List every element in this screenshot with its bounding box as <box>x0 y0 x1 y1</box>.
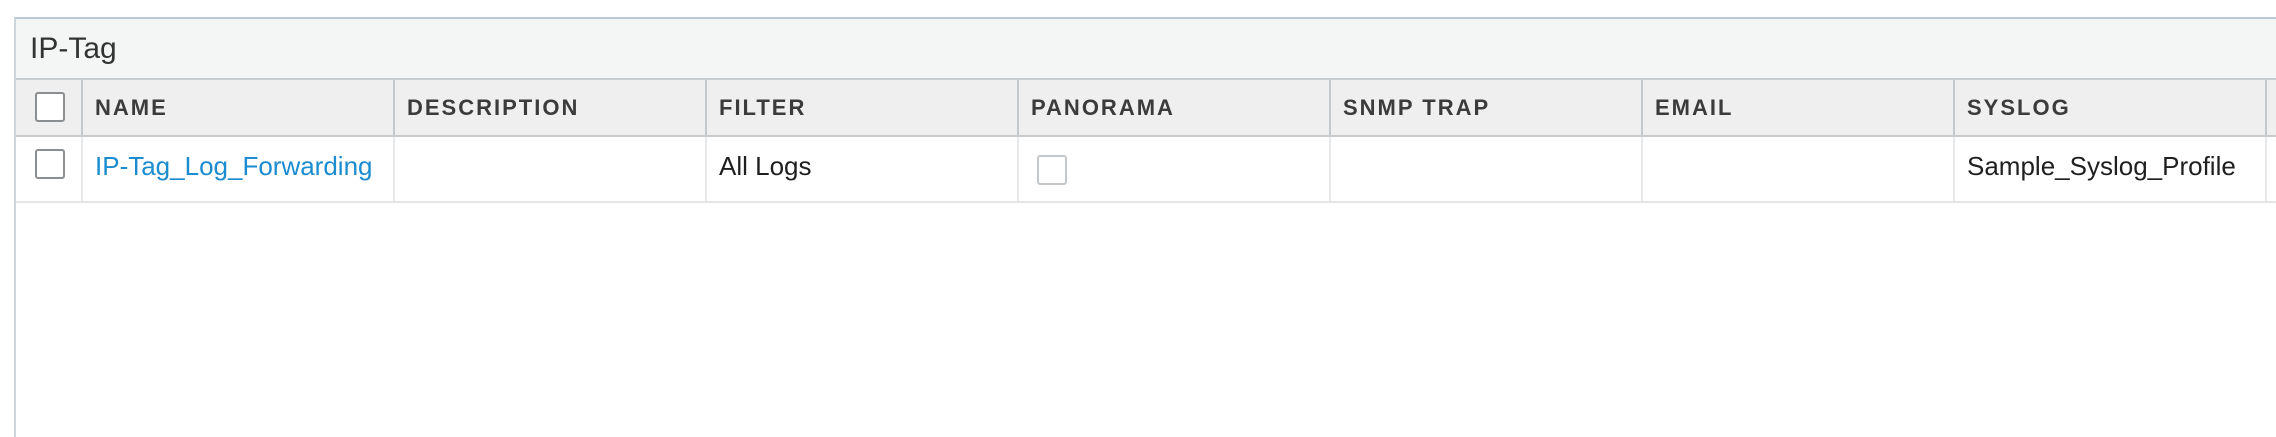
column-header-syslog-label: SYSLOG <box>1967 95 2071 120</box>
column-header-filter[interactable]: FILTER <box>707 80 1019 135</box>
column-header-filter-label: FILTER <box>719 95 807 120</box>
row-email-cell <box>1643 137 1955 201</box>
column-header-email-label: EMAIL <box>1655 95 1734 120</box>
table-row[interactable]: IP-Tag_Log_Forwarding All Logs Sample_Sy… <box>16 137 2276 203</box>
column-header-description-label: DESCRIPTION <box>407 95 580 120</box>
profile-syslog: Sample_Syslog_Profile <box>1967 151 2236 181</box>
row-panorama-cell <box>1019 137 1331 201</box>
column-header-panorama-label: PANORAMA <box>1031 95 1175 120</box>
column-header-panorama[interactable]: PANORAMA <box>1019 80 1331 135</box>
profile-name-link[interactable]: IP-Tag_Log_Forwarding <box>95 151 373 181</box>
column-header-name-label: NAME <box>95 95 168 120</box>
row-filter-cell: All Logs <box>707 137 1019 201</box>
column-header-email[interactable]: EMAIL <box>1643 80 1955 135</box>
row-name-cell: IP-Tag_Log_Forwarding <box>83 137 395 201</box>
row-syslog-cell: Sample_Syslog_Profile <box>1955 137 2267 201</box>
row-select-cell <box>16 137 83 201</box>
row-snmp-trap-cell <box>1331 137 1643 201</box>
profile-filter: All Logs <box>719 151 812 181</box>
column-header-description[interactable]: DESCRIPTION <box>395 80 707 135</box>
column-header-syslog[interactable]: SYSLOG <box>1955 80 2267 135</box>
row-description-cell <box>395 137 707 201</box>
column-header-snmp-trap-label: SNMP TRAP <box>1343 95 1491 120</box>
log-forwarding-panel: IP-Tag NAME DESCRIPTION FILTER PANORAMA … <box>14 17 2276 437</box>
row-select-checkbox[interactable] <box>35 149 65 179</box>
header-select-cell <box>16 80 83 135</box>
table-header-row: NAME DESCRIPTION FILTER PANORAMA SNMP TR… <box>16 80 2276 137</box>
select-all-checkbox[interactable] <box>35 92 65 122</box>
column-header-name[interactable]: NAME <box>83 80 395 135</box>
panel-titlebar: IP-Tag <box>16 19 2276 80</box>
panorama-checkbox <box>1037 155 1067 185</box>
panel-title: IP-Tag <box>30 32 117 65</box>
column-header-snmp-trap[interactable]: SNMP TRAP <box>1331 80 1643 135</box>
